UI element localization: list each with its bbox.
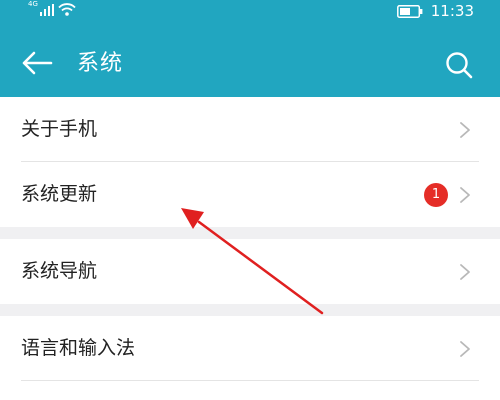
chevron-right-icon (460, 187, 470, 203)
settings-item-label: 关于手机 (21, 118, 98, 140)
settings-item-label: 系统导航 (21, 260, 98, 282)
settings-item-label: 系统更新 (21, 183, 98, 205)
settings-item-system-update[interactable]: 系统更新 1 (0, 162, 500, 227)
settings-item-label: 语言和输入法 (21, 337, 136, 359)
search-button[interactable] (444, 50, 474, 80)
chevron-right-icon (460, 264, 470, 280)
chevron-right-icon (460, 122, 470, 138)
settings-group-1: 关于手机 系统更新 1 (0, 97, 500, 227)
chevron-right-icon (460, 341, 470, 357)
wifi-icon (58, 3, 76, 16)
status-left-icons: 4G (28, 0, 76, 16)
battery-icon (396, 4, 423, 18)
search-icon (446, 52, 473, 79)
back-button[interactable] (20, 50, 54, 76)
signal-icon (39, 4, 54, 16)
update-count-badge: 1 (424, 183, 448, 207)
page-title: 系统 (77, 51, 124, 76)
settings-item-about-phone[interactable]: 关于手机 (0, 97, 500, 162)
settings-group-2: 系统导航 (0, 239, 500, 304)
status-right: 11:33 (396, 1, 474, 21)
status-bar: 4G 11:33 (0, 0, 500, 24)
clock-time: 11:33 (430, 2, 474, 20)
app-bar: 系统 (0, 24, 500, 97)
row-divider (21, 380, 479, 381)
back-arrow-icon (22, 51, 53, 75)
settings-item-language-input[interactable]: 语言和输入法 (0, 316, 500, 381)
settings-item-system-navigation[interactable]: 系统导航 (0, 239, 500, 304)
settings-group-3: 语言和输入法 (0, 316, 500, 400)
network-type-label: 4G (28, 0, 38, 8)
